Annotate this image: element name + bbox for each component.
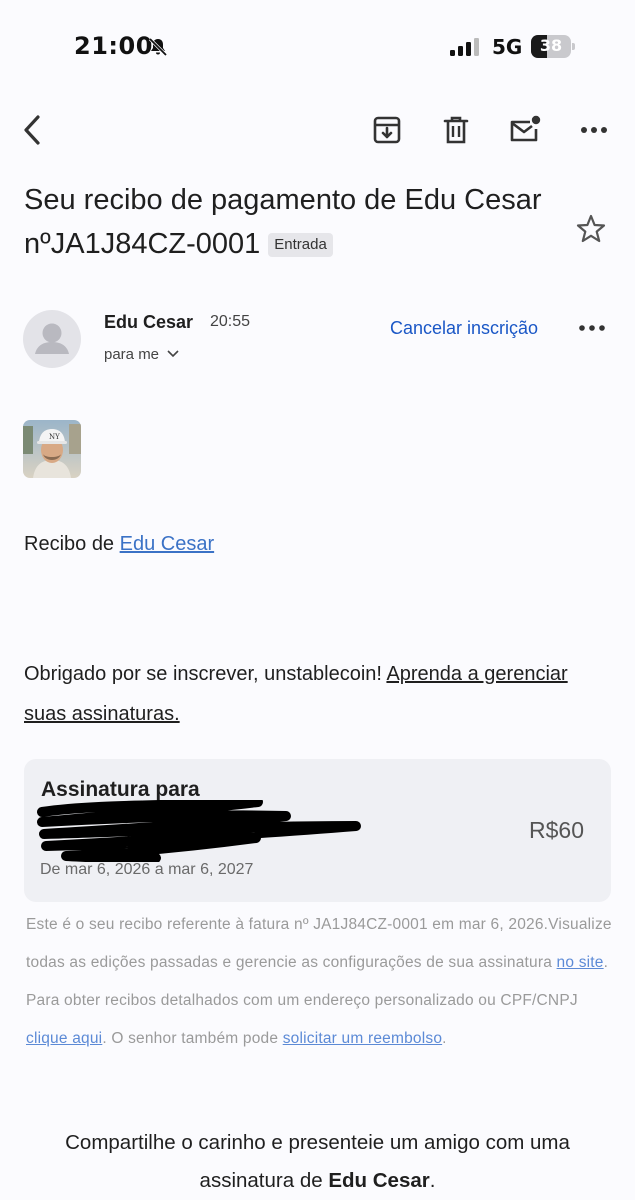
battery-level: 38 bbox=[539, 36, 563, 55]
thanks-text: Obrigado por se inscrever, unstablecoin! bbox=[24, 663, 387, 685]
battery-icon: 38 bbox=[531, 35, 575, 58]
profile-photo-image: NY bbox=[23, 420, 81, 478]
receipt-prefix: Recibo de bbox=[24, 533, 120, 555]
author-profile-photo[interactable]: NY bbox=[23, 420, 81, 478]
fine-text-4: . bbox=[442, 1030, 447, 1047]
chevron-down-icon bbox=[167, 350, 179, 358]
chevron-left-icon bbox=[24, 115, 40, 145]
request-refund-link[interactable]: solicitar um reembolso bbox=[283, 1030, 442, 1047]
recipient-text: para me bbox=[104, 346, 160, 363]
back-button[interactable] bbox=[16, 113, 50, 147]
delete-button[interactable] bbox=[439, 113, 473, 147]
trash-icon bbox=[443, 116, 469, 144]
message-more-button[interactable] bbox=[578, 318, 606, 343]
star-button[interactable] bbox=[574, 212, 608, 246]
subscription-period: De mar 6, 2026 a mar 6, 2027 bbox=[40, 861, 254, 878]
unsubscribe-link[interactable]: Cancelar inscrição bbox=[390, 318, 538, 339]
more-horizontal-icon bbox=[579, 325, 605, 331]
fine-text-3: . O senhor também pode bbox=[102, 1030, 283, 1047]
sender-name[interactable]: Edu Cesar bbox=[104, 312, 193, 333]
fine-text-1: Este é o seu recibo referente à fatura n… bbox=[26, 916, 612, 971]
subscription-price: R$60 bbox=[529, 817, 584, 843]
mark-unread-button[interactable] bbox=[508, 113, 542, 147]
svg-text:NY: NY bbox=[49, 433, 60, 441]
site-link[interactable]: no site bbox=[557, 954, 604, 971]
inbox-label-chip[interactable]: Entrada bbox=[268, 233, 333, 257]
silent-bell-icon bbox=[148, 37, 168, 57]
share-author-name: Edu Cesar bbox=[328, 1169, 430, 1192]
network-type: 5G bbox=[492, 35, 523, 59]
author-link[interactable]: Edu Cesar bbox=[120, 533, 215, 555]
more-horizontal-icon bbox=[581, 127, 607, 133]
share-text: Compartilhe o carinho e presenteie um am… bbox=[65, 1131, 570, 1192]
more-options-button[interactable] bbox=[577, 113, 611, 147]
recipient-toggle[interactable]: para me bbox=[104, 346, 179, 363]
person-icon bbox=[35, 323, 69, 354]
cellular-signal-icon bbox=[450, 38, 479, 56]
receipt-fine-print: Este é o seu recibo referente à fatura n… bbox=[26, 906, 616, 1058]
share-end: . bbox=[429, 1169, 436, 1192]
star-icon bbox=[576, 214, 606, 243]
subscription-title: Assinatura para bbox=[41, 778, 200, 801]
sent-time: 20:55 bbox=[210, 313, 251, 330]
email-subject: Seu recibo de pagamento de Edu Cesar nºJ… bbox=[24, 178, 564, 266]
archive-button[interactable] bbox=[370, 113, 404, 147]
click-here-link[interactable]: clique aqui bbox=[26, 1030, 102, 1047]
mail-unread-icon bbox=[510, 115, 541, 142]
sender-avatar[interactable] bbox=[23, 310, 81, 368]
archive-icon bbox=[373, 116, 401, 144]
thanks-paragraph: Obrigado por se inscrever, unstablecoin!… bbox=[24, 654, 584, 734]
gift-share-paragraph: Compartilhe o carinho e presenteie um am… bbox=[24, 1124, 611, 1200]
redaction-scribble bbox=[37, 800, 361, 862]
receipt-heading: Recibo de Edu Cesar bbox=[24, 524, 214, 564]
status-time: 21:00 bbox=[74, 32, 153, 60]
